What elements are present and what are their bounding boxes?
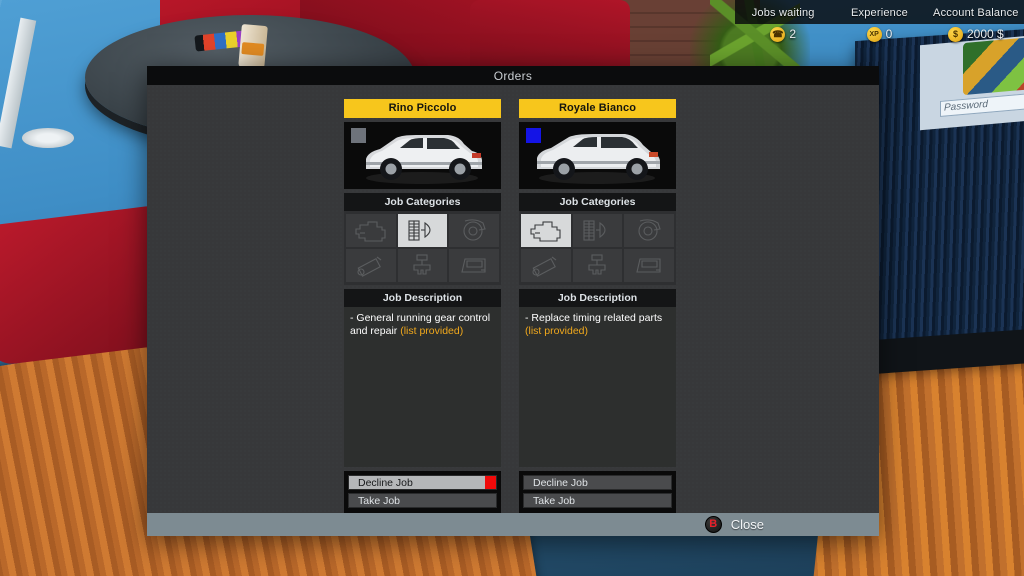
job-categories-grid-0: [344, 211, 501, 285]
floor-lamp-base: [22, 128, 74, 148]
order-card-royale-bianco: Royale Bianco Job Categories Job Descrip…: [519, 99, 676, 513]
cup-on-table: [238, 23, 268, 71]
hud-value-jobs-waiting-col: ☎ 2: [735, 26, 831, 42]
category-brake-disc-icon-0[interactable]: [449, 214, 499, 247]
gamepad-b-icon: B: [704, 516, 722, 533]
hud-bar: Jobs waiting Experience Account Balance …: [735, 0, 1024, 44]
orders-dialog: Orders Rino Piccolo Job Categories Job D…: [147, 66, 879, 536]
order-buttons-1: Decline Job Take Job: [519, 471, 676, 513]
color-swatch-1: [526, 128, 541, 143]
xp-icon: XP: [866, 26, 882, 42]
order-card-rino-piccolo: Rino Piccolo Job Categories Job Descript…: [344, 99, 501, 513]
category-exhaust-icon-1[interactable]: [572, 249, 623, 282]
car-illustration-0: [366, 135, 482, 184]
red-sofa-c: [470, 0, 630, 75]
hud-value-experience-col: XP 0: [831, 26, 927, 42]
job-description-box-0: - General running gear control and repai…: [344, 307, 501, 467]
car-illustration-1: [537, 134, 660, 184]
hud-label-jobs-waiting: Jobs waiting: [751, 7, 815, 19]
decline-job-label-1: Decline Job: [533, 476, 588, 489]
hud-value-experience: 0: [885, 27, 893, 41]
order-buttons-0: Decline Job Take Job: [344, 471, 501, 513]
job-description-box-1: - Replace timing related parts (list pro…: [519, 307, 676, 467]
hud-value-row: ☎ 2 XP 0 $ 2000 $: [735, 24, 1024, 44]
category-shock-absorber-icon-0[interactable]: [346, 249, 396, 282]
job-description-heading-1: Job Description: [519, 289, 676, 307]
category-body-panel-icon-1[interactable]: [624, 249, 674, 282]
order-title-0: Rino Piccolo: [344, 99, 501, 118]
hud-column-experience: Experience: [831, 3, 927, 21]
hud-label-row: Jobs waiting Experience Account Balance: [735, 0, 1024, 24]
hud-column-jobs-waiting: Jobs waiting: [735, 3, 831, 21]
take-job-label-1: Take Job: [533, 494, 576, 507]
hud-value-account-balance-col: $ 2000 $: [928, 26, 1024, 42]
login-panel-image: [963, 36, 1024, 96]
job-description-heading-0: Job Description: [344, 289, 501, 307]
dialog-footer: B Close: [147, 513, 879, 536]
category-shock-absorber-icon-1[interactable]: [521, 249, 571, 282]
order-title-1: Royale Bianco: [519, 99, 676, 118]
car-thumbnail-1: [519, 122, 676, 189]
job-description-note-1: (list provided): [525, 324, 589, 337]
hud-label-account-balance: Account Balance: [933, 7, 1019, 19]
hud-label-experience: Experience: [850, 7, 909, 19]
job-categories-grid-1: [519, 211, 676, 285]
category-brake-disc-icon-1[interactable]: [624, 214, 674, 247]
color-swatch-0: [351, 128, 366, 143]
category-body-panel-icon-0[interactable]: [449, 249, 499, 282]
hud-value-account-balance: 2000 $: [966, 27, 1004, 41]
phone-icon: ☎: [770, 26, 786, 42]
category-suspension-icon-1[interactable]: [572, 214, 623, 247]
close-button[interactable]: B Close: [704, 516, 764, 533]
hud-column-account-balance: Account Balance: [928, 3, 1024, 21]
job-categories-heading-1: Job Categories: [519, 193, 676, 211]
job-description-note-0: (list provided): [400, 324, 464, 337]
dialog-titlebar: Orders: [147, 66, 879, 85]
decline-marker-0: [485, 476, 496, 489]
job-categories-heading-0: Job Categories: [344, 193, 501, 211]
category-engine-icon-1[interactable]: [521, 214, 571, 247]
take-job-button-0[interactable]: Take Job: [348, 493, 497, 508]
take-job-label-0: Take Job: [358, 494, 401, 507]
category-suspension-icon-0[interactable]: [397, 214, 448, 247]
decline-job-button-1[interactable]: Decline Job: [523, 475, 672, 490]
job-description-text-1: - Replace timing related parts: [525, 312, 663, 324]
close-button-label: Close: [730, 517, 764, 532]
decline-job-button-0[interactable]: Decline Job: [348, 475, 497, 490]
dollar-icon: $: [947, 26, 963, 42]
category-engine-icon-0[interactable]: [346, 214, 396, 247]
category-exhaust-icon-0[interactable]: [397, 249, 448, 282]
decline-job-label-0: Decline Job: [358, 476, 413, 489]
take-job-button-1[interactable]: Take Job: [523, 493, 672, 508]
dialog-body: Rino Piccolo Job Categories Job Descript…: [147, 85, 879, 513]
dialog-title: Orders: [493, 68, 533, 83]
hud-value-jobs-waiting: 2: [789, 27, 796, 41]
car-thumbnail-0: [344, 122, 501, 189]
